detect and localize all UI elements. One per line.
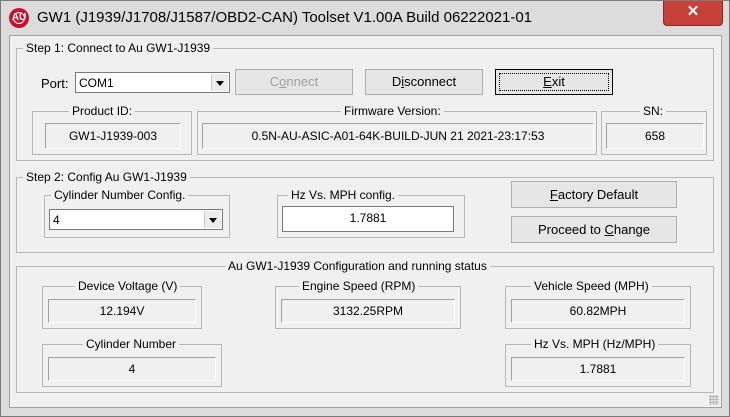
hz-mph-group: Hz Vs. MPH (Hz/MPH) 1.7881 (505, 337, 691, 387)
cylinder-number-label: Cylinder Number (83, 337, 180, 352)
sn-label: SN: (640, 104, 667, 119)
step2-group: Step 2: Config Au GW1-J1939 Cylinder Num… (16, 170, 714, 253)
product-id-field: GW1-J1939-003 (45, 123, 181, 149)
product-id-group: Product ID: GW1-J1939-003 (32, 104, 192, 155)
voltage-label: Device Voltage (V) (75, 279, 181, 294)
hz-mph-field: 1.7881 (511, 357, 685, 381)
title-bar[interactable]: AU GW1 (J1939/J1708/J1587/OBD2-CAN) Tool… (1, 1, 729, 35)
cylinder-config-value: 4 (53, 213, 60, 227)
chevron-down-icon[interactable] (211, 74, 228, 91)
factory-default-button[interactable]: Factory Default (511, 181, 677, 208)
hz-config-label: Hz Vs. MPH config. (288, 188, 399, 203)
client-area: Step 1: Connect to Au GW1-J1939 Port: CO… (9, 35, 722, 408)
resize-grip-icon[interactable] (709, 395, 719, 405)
hz-config-input[interactable]: 1.7881 (282, 206, 454, 232)
app-logo-icon[interactable]: AU (9, 8, 29, 28)
app-window: AU GW1 (J1939/J1708/J1587/OBD2-CAN) Tool… (0, 0, 730, 417)
cylinder-number-field: 4 (48, 357, 216, 381)
engine-speed-field: 3132.25RPM (281, 299, 455, 323)
sn-group: SN: 658 (601, 104, 707, 155)
vehicle-speed-field: 60.82MPH (511, 299, 685, 323)
sn-field: 658 (606, 123, 704, 149)
voltage-field: 12.194V (48, 299, 196, 323)
close-button[interactable]: ✕ (663, 1, 723, 26)
port-label: Port: (41, 76, 69, 91)
engine-speed-label: Engine Speed (RPM) (299, 279, 419, 294)
port-value: COM1 (79, 76, 114, 90)
status-title: Au GW1-J1939 Configuration and running s… (225, 259, 490, 274)
step2-title: Step 2: Config Au GW1-J1939 (23, 170, 190, 185)
step1-title: Step 1: Connect to Au GW1-J1939 (23, 41, 214, 56)
cylinder-number-group: Cylinder Number 4 (42, 337, 222, 387)
hz-mph-label: Hz Vs. MPH (Hz/MPH) (531, 337, 659, 352)
firmware-label: Firmware Version: (341, 104, 444, 119)
status-group: Au GW1-J1939 Configuration and running s… (16, 259, 714, 393)
window-title: GW1 (J1939/J1708/J1587/OBD2-CAN) Toolset… (37, 9, 533, 26)
engine-speed-group: Engine Speed (RPM) 3132.25RPM (275, 279, 461, 329)
voltage-group: Device Voltage (V) 12.194V (42, 279, 202, 329)
firmware-field: 0.5N-AU-ASIC-A01-64K-BUILD-JUN 21 2021-2… (202, 123, 594, 149)
vehicle-speed-label: Vehicle Speed (MPH) (531, 279, 652, 294)
product-id-label: Product ID: (69, 104, 136, 119)
disconnect-button[interactable]: Disconnect (365, 69, 483, 95)
cylinder-config-select[interactable]: 4 (49, 209, 223, 230)
chevron-down-icon[interactable] (204, 211, 221, 228)
cylinder-config-label: Cylinder Number Config. (51, 188, 189, 203)
port-select[interactable]: COM1 (75, 72, 230, 93)
firmware-group: Firmware Version: 0.5N-AU-ASIC-A01-64K-B… (197, 104, 597, 155)
vehicle-speed-group: Vehicle Speed (MPH) 60.82MPH (505, 279, 691, 329)
cylinder-config-group: Cylinder Number Config. 4 (44, 188, 230, 238)
exit-button[interactable]: Exit (495, 69, 613, 95)
step1-group: Step 1: Connect to Au GW1-J1939 Port: CO… (16, 41, 714, 161)
proceed-to-change-button[interactable]: Proceed to Change (511, 216, 677, 243)
hz-config-group: Hz Vs. MPH config. 1.7881 (277, 188, 465, 238)
connect-button[interactable]: Connect (235, 69, 353, 95)
